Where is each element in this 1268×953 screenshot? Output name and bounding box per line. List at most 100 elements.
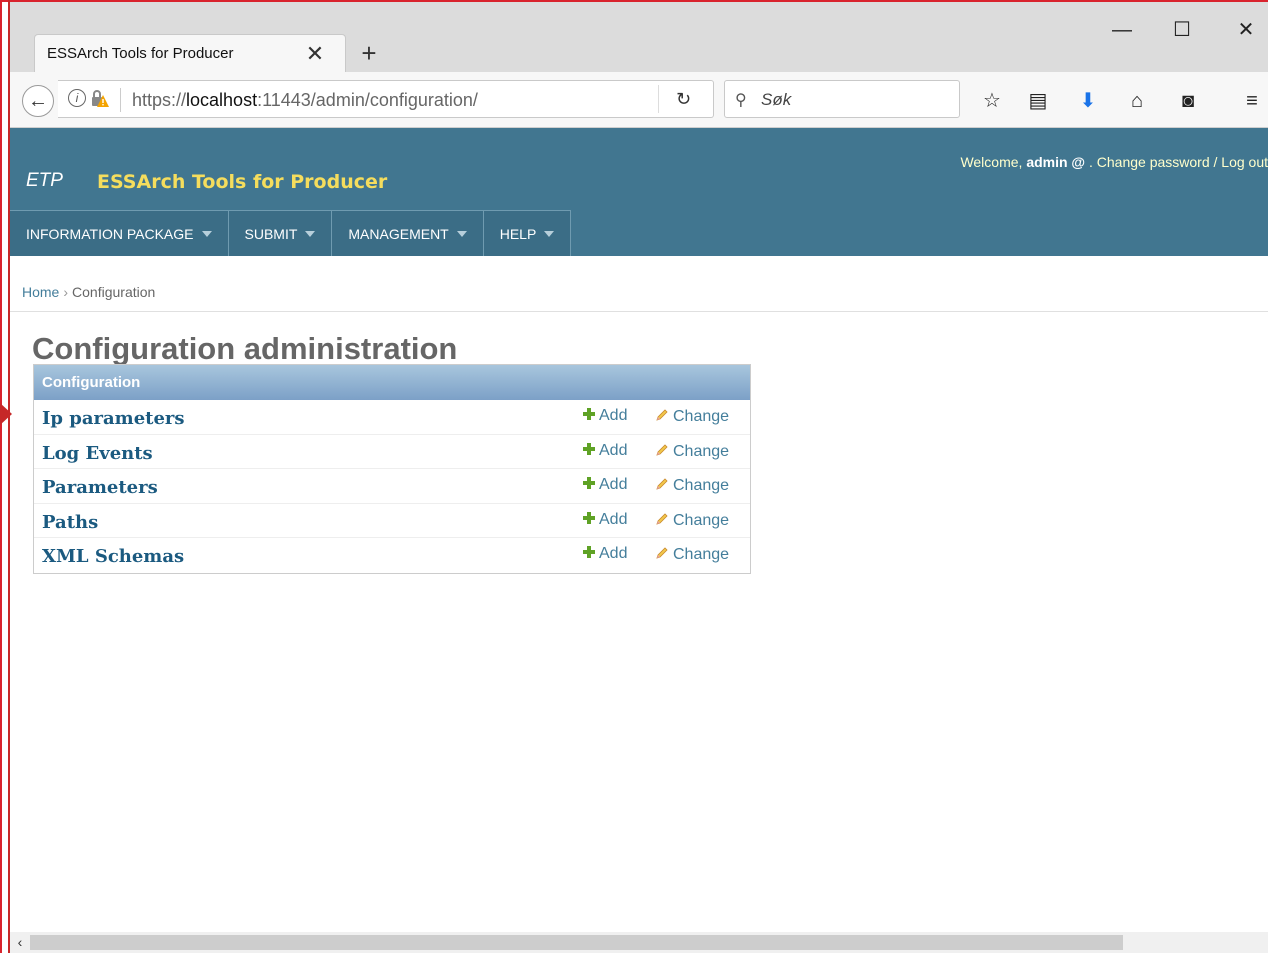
site-name[interactable]: ESSArch Tools for Producer <box>97 171 387 193</box>
add-icon <box>582 407 596 421</box>
menu-icon[interactable]: ≡ <box>1238 88 1266 114</box>
navigation-bar: ← i https://localhost:11443/admin/config… <box>10 72 1268 128</box>
menu-label: INFORMATION PACKAGE <box>26 225 194 242</box>
download-icon[interactable]: ⬇ <box>1074 88 1102 114</box>
browser-tab[interactable]: ESSArch Tools for Producer ✕ <box>34 34 346 74</box>
horizontal-scrollbar[interactable]: ‹ <box>10 932 1268 953</box>
change-label: Change <box>673 477 730 494</box>
change-label: Change <box>673 546 730 563</box>
pointer-arrow-icon <box>0 403 12 425</box>
url-path: :11443/admin/configuration/ <box>257 90 478 110</box>
add-label: Add <box>599 407 628 424</box>
username: admin @ <box>1026 154 1086 170</box>
menu-label: MANAGEMENT <box>348 225 449 242</box>
url-text[interactable]: https://localhost:11443/admin/configurat… <box>132 90 478 111</box>
breadcrumb-current: Configuration <box>72 284 156 300</box>
add-label: Add <box>599 510 628 528</box>
breadcrumb: Home › Configuration <box>10 266 1268 312</box>
add-label: Add <box>599 545 628 562</box>
add-icon <box>582 442 596 456</box>
menu-label: SUBMIT <box>244 225 298 242</box>
reading-list-icon[interactable]: ▤ <box>1024 88 1052 114</box>
search-icon: ⚲ <box>735 92 747 109</box>
model-link[interactable]: XML Schemas <box>42 546 184 567</box>
menu-information-package[interactable]: INFORMATION PACKAGE <box>10 211 229 256</box>
home-icon[interactable]: ⌂ <box>1123 88 1151 114</box>
dropdown-caret-icon <box>456 230 467 237</box>
add-label: Add <box>599 441 628 459</box>
reload-icon[interactable]: ↻ <box>658 85 708 113</box>
insecure-lock-icon[interactable] <box>90 89 110 109</box>
url-prefix: https:// <box>132 90 187 110</box>
url-host: localhost <box>186 90 258 110</box>
add-link[interactable]: Add <box>582 511 627 529</box>
configuration-module: Configuration Ip parameters Add Change L… <box>33 364 751 574</box>
table-row: Parameters Add Change <box>34 469 750 504</box>
welcome-text: Welcome, <box>960 154 1027 170</box>
model-link[interactable]: Log Events <box>42 443 153 464</box>
minimize-button[interactable]: — <box>1102 12 1142 48</box>
change-link[interactable]: Change <box>654 511 729 530</box>
star-icon[interactable]: ☆ <box>978 88 1006 114</box>
site-header: ETP ESSArch Tools for Producer Welcome, … <box>10 128 1268 256</box>
pencil-icon <box>656 478 668 490</box>
search-placeholder: Søk <box>761 90 792 109</box>
add-icon <box>582 476 596 490</box>
add-label: Add <box>599 476 628 493</box>
pencil-icon <box>656 512 668 525</box>
model-link[interactable]: Paths <box>42 512 98 533</box>
model-link[interactable]: Ip parameters <box>42 408 185 429</box>
dropdown-caret-icon <box>201 230 212 237</box>
new-tab-button[interactable]: + <box>354 36 384 70</box>
breadcrumb-home[interactable]: Home <box>22 284 59 300</box>
module-caption[interactable]: Configuration <box>34 365 750 400</box>
menu-label: HELP <box>499 225 537 242</box>
table-row: Ip parameters Add Change <box>34 400 750 435</box>
menu-management[interactable]: MANAGEMENT <box>332 211 484 256</box>
menu-submit[interactable]: SUBMIT <box>229 211 333 256</box>
dropdown-caret-icon <box>544 230 555 237</box>
add-link[interactable]: Add <box>582 476 627 494</box>
back-arrow-icon[interactable]: ← <box>22 85 54 117</box>
change-link[interactable]: Change <box>654 545 729 564</box>
change-label: Change <box>673 408 730 425</box>
change-link[interactable]: Change <box>654 476 729 495</box>
change-link[interactable]: Change <box>654 442 729 461</box>
table-row: Log Events Add Change <box>34 435 750 469</box>
pencil-icon <box>656 443 668 456</box>
search-bar[interactable]: ⚲ Søk <box>724 80 960 118</box>
menu-help[interactable]: HELP <box>484 211 572 256</box>
page-title: Configuration administration <box>32 331 458 366</box>
user-tools: Welcome, admin @ . Change password / Log… <box>960 154 1268 170</box>
maximize-button[interactable]: ☐ <box>1162 12 1202 48</box>
table-row: XML Schemas Add Change <box>34 538 750 573</box>
window-close-button[interactable]: ✕ <box>1226 12 1266 48</box>
tab-title: ESSArch Tools for Producer <box>47 45 234 62</box>
add-icon <box>582 545 596 559</box>
main-menu: INFORMATION PACKAGE SUBMIT MANAGEMENT HE… <box>10 210 572 256</box>
logo-abbreviation: ETP <box>26 170 63 191</box>
user-links[interactable]: . Change password / Log out <box>1085 154 1268 170</box>
dropdown-caret-icon <box>305 230 316 237</box>
model-link[interactable]: Parameters <box>42 477 158 498</box>
url-bar[interactable]: i https://localhost:11443/admin/configur… <box>58 80 714 118</box>
scrollbar-thumb[interactable] <box>30 935 1123 950</box>
add-link[interactable]: Add <box>582 442 627 460</box>
tab-strip: ESSArch Tools for Producer ✕ + — ☐ ✕ <box>10 2 1268 74</box>
change-link[interactable]: Change <box>654 407 729 426</box>
pencil-icon <box>656 547 668 559</box>
breadcrumb-separator: › <box>63 284 69 300</box>
pocket-icon[interactable]: ◙ <box>1174 88 1202 114</box>
add-icon <box>582 511 596 525</box>
info-icon[interactable]: i <box>68 89 86 107</box>
url-separator <box>120 88 121 112</box>
change-label: Change <box>673 511 730 529</box>
scroll-left-icon[interactable]: ‹ <box>12 932 28 953</box>
page-content: ETP ESSArch Tools for Producer Welcome, … <box>10 128 1268 932</box>
add-link[interactable]: Add <box>582 407 627 425</box>
table-row: Paths Add Change <box>34 504 750 538</box>
pencil-icon <box>656 409 668 421</box>
add-link[interactable]: Add <box>582 545 627 563</box>
tab-close-icon[interactable]: ✕ <box>301 40 329 68</box>
change-label: Change <box>673 442 730 460</box>
